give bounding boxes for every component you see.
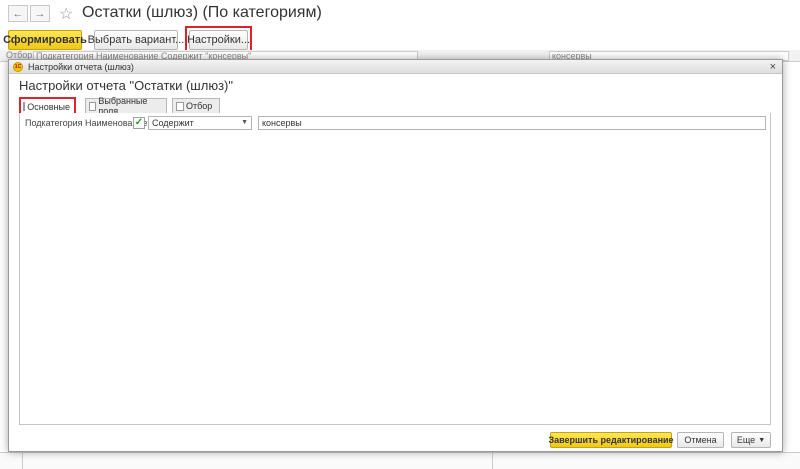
tab-filter-label: Отбор [186, 101, 213, 111]
app-logo-text: 1С [14, 63, 22, 70]
tab-filter[interactable]: Отбор [172, 98, 220, 113]
settings-button[interactable]: Настройки... [187, 30, 250, 50]
condition-select[interactable]: Содержит ▼ [148, 116, 252, 130]
more-label: Еще [736, 435, 756, 445]
column-divider [492, 453, 493, 469]
column-divider [22, 453, 23, 469]
settings-dialog: 1С Настройки отчета (шлюз) × Настройки о… [8, 59, 783, 452]
dialog-titlebar[interactable]: 1С Настройки отчета (шлюз) × [9, 60, 782, 74]
columns-icon [89, 101, 97, 111]
back-button[interactable]: ← [8, 5, 28, 22]
generate-button[interactable]: Сформировать [3, 30, 87, 50]
forward-arrow-icon: → [34, 7, 46, 20]
background-table-footer [0, 452, 800, 469]
chevron-down-icon: ▼ [758, 436, 766, 444]
back-arrow-icon: ← [12, 7, 24, 20]
cancel-button[interactable]: Отмена [677, 432, 724, 448]
app-logo-icon: 1С [13, 61, 23, 72]
tab-selected-fields[interactable]: Выбранные поля [85, 96, 167, 116]
window-header: ← → ☆ Остатки (шлюз) (По категориям) [0, 0, 800, 30]
choose-variant-button[interactable]: Выбрать вариант... [88, 30, 184, 50]
finish-editing-button[interactable]: Завершить редактирование [548, 432, 674, 448]
settings-panel: Подкатегория Наименование ✓ Содержит ▼ к… [19, 113, 771, 425]
filter-field-label: Подкатегория Наименование [25, 118, 148, 128]
forward-button[interactable]: → [30, 5, 50, 22]
close-icon[interactable]: × [770, 60, 776, 74]
checkmark-icon: ✓ [134, 117, 144, 128]
filter-value-input[interactable]: консервы [258, 116, 766, 130]
condition-value: Содержит [152, 118, 194, 128]
dropdown-arrow-icon[interactable]: ▼ [241, 117, 248, 129]
window-title: Остатки (шлюз) (По категориям) [82, 4, 322, 21]
filter-icon [176, 101, 184, 111]
dialog-heading: Настройки отчета "Остатки (шлюз)" [19, 78, 233, 93]
dialog-caption: Настройки отчета (шлюз) [28, 61, 134, 72]
favorite-star-icon[interactable]: ☆ [59, 4, 73, 24]
more-button[interactable]: Еще ▼ [731, 432, 771, 448]
filter-use-checkbox[interactable]: ✓ [133, 117, 145, 129]
